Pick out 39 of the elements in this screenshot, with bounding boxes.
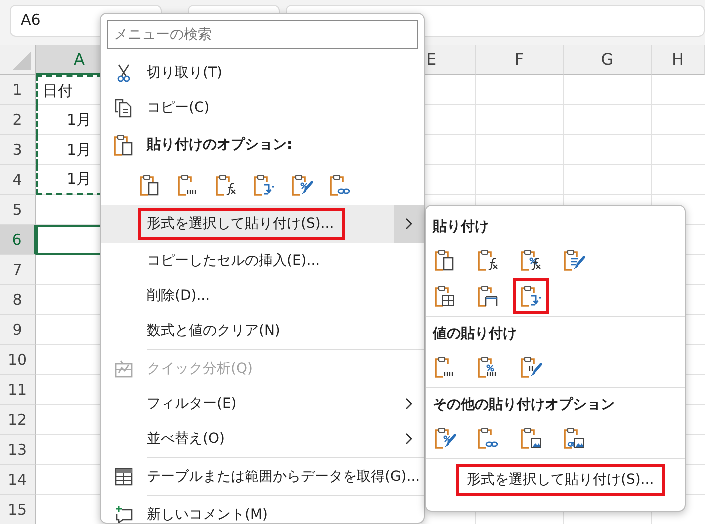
chevron-icon [405,218,413,230]
menu-item[interactable]: コピーしたセルの挿入(E)... [101,243,424,278]
menu-item[interactable]: 数式と値のクリア(N) [101,313,424,348]
menu-item[interactable]: 新しいコメント(M) [101,497,424,523]
row-header[interactable]: 9 [0,315,36,345]
row-header[interactable]: 5 [0,195,36,225]
column-header[interactable]: F [476,45,564,75]
menu-item[interactable]: 形式を選択して貼り付け(S)... [101,205,424,243]
row-header[interactable]: 8 [0,285,36,315]
row-header[interactable]: 1 [0,75,36,105]
row-header[interactable]: 3 [0,135,36,165]
row-header[interactable]: 2 [0,105,36,135]
menu-item[interactable]: テーブルまたは範囲からデータを取得(G)... [101,459,424,494]
copy-icon [114,98,134,118]
row-header[interactable]: 12 [0,405,36,435]
comment-icon [114,504,134,523]
clipboard-arrows-icon[interactable] [513,278,549,314]
menu-item[interactable]: フィルター(E) [101,386,424,421]
menu-item[interactable]: 形式を選択して貼り付け(S)... [456,464,666,496]
column-header[interactable]: H [652,45,705,75]
row-header[interactable]: 6 [0,225,36,255]
section-heading: 貼り付け [432,218,490,237]
row-header[interactable]: 13 [0,435,36,465]
column-header[interactable]: G [564,45,652,75]
row-header[interactable]: 10 [0,345,36,375]
menu-item[interactable]: 並べ替え(O) [101,421,424,456]
row-header[interactable]: 4 [0,165,36,195]
chevron-icon [405,398,413,410]
row-header[interactable]: 11 [0,375,36,405]
chevron-icon [405,432,413,444]
search-field[interactable]: メニューの検索 [107,20,418,49]
quick-analysis-icon [114,358,134,378]
row-header[interactable]: 14 [0,465,36,495]
menu-item[interactable]: 削除(D)... [101,278,424,313]
section-heading: その他の貼り付けオプション [432,396,616,415]
section-heading: 値の貼り付け [432,325,518,344]
section-heading: 貼り付けのオプション: [147,136,293,154]
row-header[interactable]: 7 [0,255,36,285]
table-icon [114,466,134,486]
